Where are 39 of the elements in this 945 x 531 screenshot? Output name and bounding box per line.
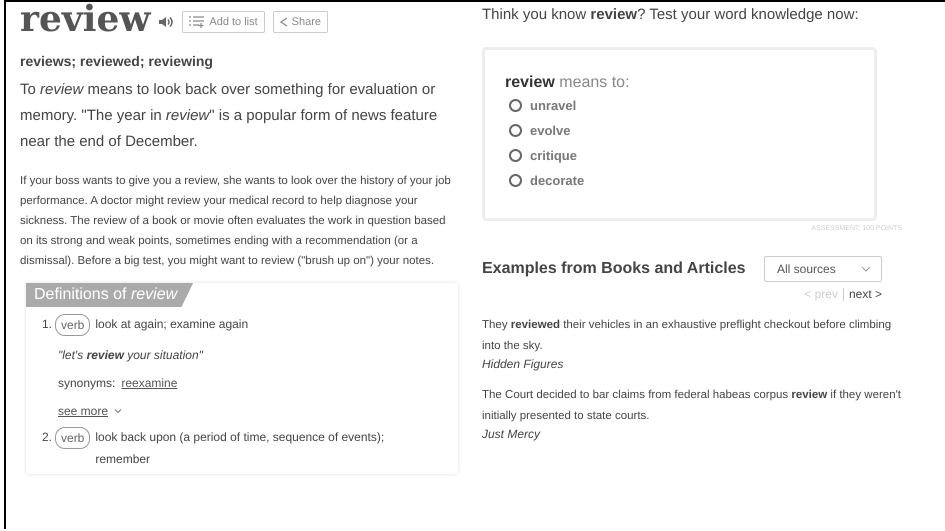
short-definition: To review means to look back over something for evaluation or memory. "The year in review" is a popular form of news feature near the end of December. (20, 80, 438, 152)
answer-option[interactable]: evolve (530, 123, 570, 138)
example-sentence: The Court decided to bar claims from federal habeas corpus review if they weren't initially presented to state courts. (482, 388, 902, 424)
sense-number: 2. (42, 429, 52, 446)
radio-button[interactable] (509, 99, 522, 112)
see-more-link[interactable]: see more (58, 404, 108, 418)
chevron-down-icon (861, 266, 871, 272)
share-icon (280, 16, 288, 28)
answer-option[interactable]: critique (530, 148, 577, 163)
definitions-heading: Definitions of review (26, 283, 194, 307)
synonym-link[interactable]: reexamine (121, 376, 178, 390)
sense-number: 1. (42, 316, 52, 333)
quiz-prompt: Think you know review? Test your word knowledge now: (482, 6, 860, 23)
answer-option[interactable]: unravel (530, 98, 576, 113)
sense-gloss: look at again; examine again (95, 316, 250, 333)
quiz-question: review means to: (505, 74, 631, 92)
part-of-speech-tag: verb (55, 314, 90, 336)
add-to-list-button[interactable]: Add to list (182, 11, 265, 33)
add-list-icon (189, 16, 206, 28)
source-dropdown[interactable]: All sources (764, 256, 882, 282)
headword: review (20, 2, 150, 37)
examples-heading: Examples from Books and Articles (482, 260, 746, 278)
radio-button[interactable] (509, 149, 522, 162)
speaker-icon[interactable] (158, 15, 174, 29)
share-button[interactable]: Share (272, 11, 328, 33)
synonyms-label: synonyms: (58, 376, 116, 390)
answer-option[interactable]: decorate (530, 173, 584, 188)
example-source: Just Mercy (482, 427, 542, 441)
word-forms: reviews; reviewed; reviewing (20, 53, 214, 69)
radio-button[interactable] (509, 174, 522, 187)
sense-gloss: look back upon (a period of time, sequence of events); remember (95, 429, 386, 468)
next-link[interactable]: next > (848, 287, 882, 301)
chevron-down-icon (114, 408, 122, 414)
usage-example: "let's review your situation" (58, 348, 204, 362)
long-definition: If your boss wants to give you a review, she wants to look over the history of your job performance. A doctor might review your medical record to help diagnose your sickness. The review of a book or movie often evaluates the work in question based on its strong and weak points, sometimes ending with a recommendation (or a dismissal). Before a big test, you might want to review ("brush up on") your notes. (20, 174, 452, 269)
part-of-speech-tag: verb (55, 427, 90, 449)
example-sentence: They reviewed their vehicles in an exhaustive preflight checkout before climbing into the sky. (482, 318, 892, 354)
example-source: Hidden Figures (482, 357, 564, 371)
radio-button[interactable] (509, 124, 522, 137)
